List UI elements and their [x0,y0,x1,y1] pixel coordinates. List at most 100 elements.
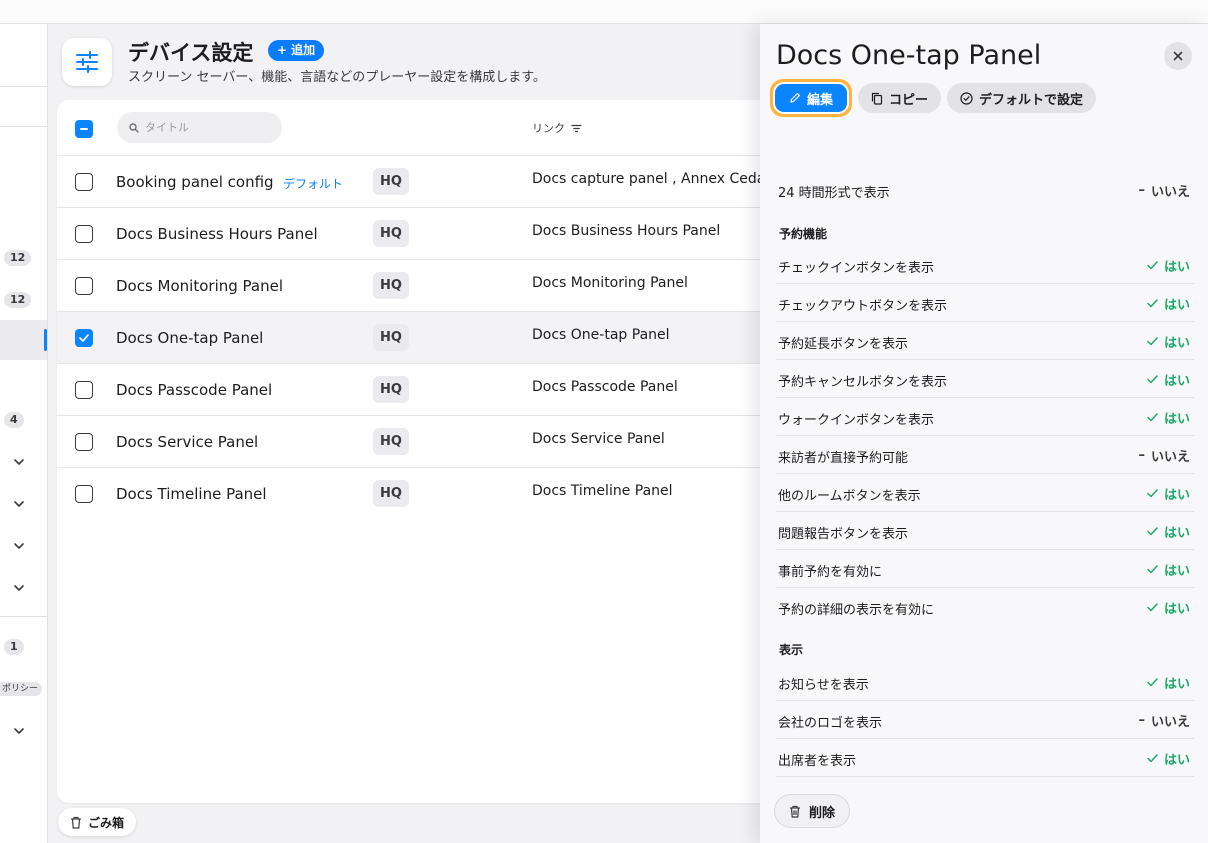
setting-label: 問題報告ボタンを表示 [778,527,909,542]
window-top-bar [0,0,1208,24]
row-link: Docs Service Panel [532,431,665,447]
edit-button-focus-ring: 編集 [770,79,853,117]
column-header-link-label: リンク [532,122,565,135]
row-checkbox[interactable] [75,433,93,451]
chevron-down-icon[interactable] [12,724,26,738]
chevron-down-icon[interactable] [12,581,26,595]
setting-label: お知らせを表示 [778,678,869,693]
setting-value-text: はい [1163,336,1190,351]
row-checkbox[interactable] [75,173,93,191]
close-icon [1173,51,1183,61]
edit-button[interactable]: 編集 [773,82,850,114]
setting-value: – いいえ [1138,446,1190,465]
location-chip: HQ [373,220,409,247]
setting-value: はい [1147,749,1190,768]
trash-icon [71,816,81,829]
setting-row: 24 時間形式で表示 – いいえ [776,171,1194,209]
setting-value-text: はい [1163,564,1190,579]
sidebar-count-badge: 4 [4,412,24,428]
check-icon [1147,565,1158,574]
setting-value-text: はい [1163,677,1190,692]
checkmark-icon [79,334,89,342]
row-checkbox-checked[interactable] [75,329,93,347]
setting-label: チェックインボタンを表示 [778,261,935,276]
select-all-checkbox[interactable] [75,120,93,138]
setting-value: はい [1147,408,1190,427]
row-checkbox[interactable] [75,277,93,295]
location-chip: HQ [373,272,409,299]
table-row[interactable]: Docs Timeline Panel HQ Docs Timeline Pan… [57,468,797,520]
add-button[interactable]: + 追加 [268,40,325,61]
set-default-button[interactable]: デフォルトで設定 [947,83,1097,113]
row-checkbox[interactable] [75,485,93,503]
filter-icon[interactable] [571,124,582,133]
setting-row: 問題報告ボタンを表示 はい [776,512,1194,550]
setting-label: 出席者を表示 [778,754,857,769]
column-header-link[interactable]: リンク [532,120,582,136]
sidebar-divider [0,616,47,617]
row-link: Docs Passcode Panel [532,379,678,395]
copy-button-label: コピー [889,92,929,108]
setting-value: はい [1147,294,1190,313]
setting-value: はい [1147,332,1190,351]
row-title: Docs Service Panel [116,433,259,451]
setting-label: チェックアウトボタンを表示 [778,299,948,314]
page-subtitle: スクリーン セーバー、機能、言語などのプレーヤー設定を構成します。 [128,70,546,85]
plus-icon: + [277,43,288,57]
setting-value: はい [1147,673,1190,692]
chevron-down-icon[interactable] [12,497,26,511]
setting-row: お知らせを表示 はい [776,663,1194,701]
check-icon [1147,489,1158,498]
setting-row: 他のルームボタンを表示 はい [776,474,1194,512]
setting-value: はい [1147,560,1190,579]
table-row[interactable]: Booking panel config デフォルト HQ Docs captu… [57,156,797,208]
row-checkbox[interactable] [75,225,93,243]
chevron-down-icon[interactable] [12,455,26,469]
setting-label: ウォークインボタンを表示 [778,413,935,428]
add-button-label: 追加 [291,43,316,57]
sidebar-count-badge: 1 [4,639,24,655]
table-row[interactable]: Docs Business Hours Panel HQ Docs Busine… [57,208,797,260]
section-heading-display: 表示 [779,643,804,657]
sidebar-divider [0,86,47,87]
table-header: リンク [57,100,797,156]
default-badge-link[interactable]: デフォルト [283,175,343,192]
row-title: Booking panel config [116,173,274,191]
setting-row: 事前予約を有効に はい [776,550,1194,588]
table-row[interactable]: Docs Service Panel HQ Docs Service Panel [57,416,797,468]
panel-actions: 編集 コピー デフォルトで設定 [770,79,1097,117]
chevron-down-icon[interactable] [12,539,26,553]
row-title: Docs Monitoring Panel [116,277,284,295]
setting-value-text: はい [1163,753,1190,768]
table-row[interactable]: Docs Passcode Panel HQ Docs Passcode Pan… [57,364,797,416]
device-settings-table: リンク Booking panel config デフォルト HQ Docs c… [57,100,797,803]
sidebar-divider [0,126,47,127]
trash-button[interactable]: ごみ箱 [58,808,137,836]
setting-value-text: はい [1163,526,1190,541]
table-row[interactable]: Docs Monitoring Panel HQ Docs Monitoring… [57,260,797,312]
check-icon [1147,299,1158,308]
setting-value: はい [1147,522,1190,541]
setting-label: 予約の詳細の表示を有効に [778,603,935,618]
row-checkbox[interactable] [75,381,93,399]
setting-row: 予約キャンセルボタンを表示 はい [776,360,1194,398]
delete-button[interactable]: 削除 [774,794,851,828]
sidebar-item-active[interactable] [0,320,47,360]
setting-value: はい [1147,256,1190,275]
check-icon [1147,375,1158,384]
copy-button[interactable]: コピー [858,83,942,113]
location-chip: HQ [373,324,409,351]
search-input[interactable] [117,112,282,143]
table-row-selected[interactable]: Docs One-tap Panel HQ Docs One-tap Panel [57,312,797,364]
setting-value-text: はい [1163,374,1190,389]
close-button[interactable] [1164,42,1192,70]
set-default-button-label: デフォルトで設定 [979,92,1084,108]
check-icon [1147,603,1158,612]
setting-label: 他のルームボタンを表示 [778,489,921,504]
row-link: Docs Monitoring Panel [532,275,688,291]
check-icon [1147,678,1158,687]
setting-value: はい [1147,370,1190,389]
setting-label: 会社のロゴを表示 [778,716,883,731]
setting-label: 予約キャンセルボタンを表示 [778,375,948,390]
setting-row: 予約の詳細の表示を有効に はい [776,588,1194,626]
